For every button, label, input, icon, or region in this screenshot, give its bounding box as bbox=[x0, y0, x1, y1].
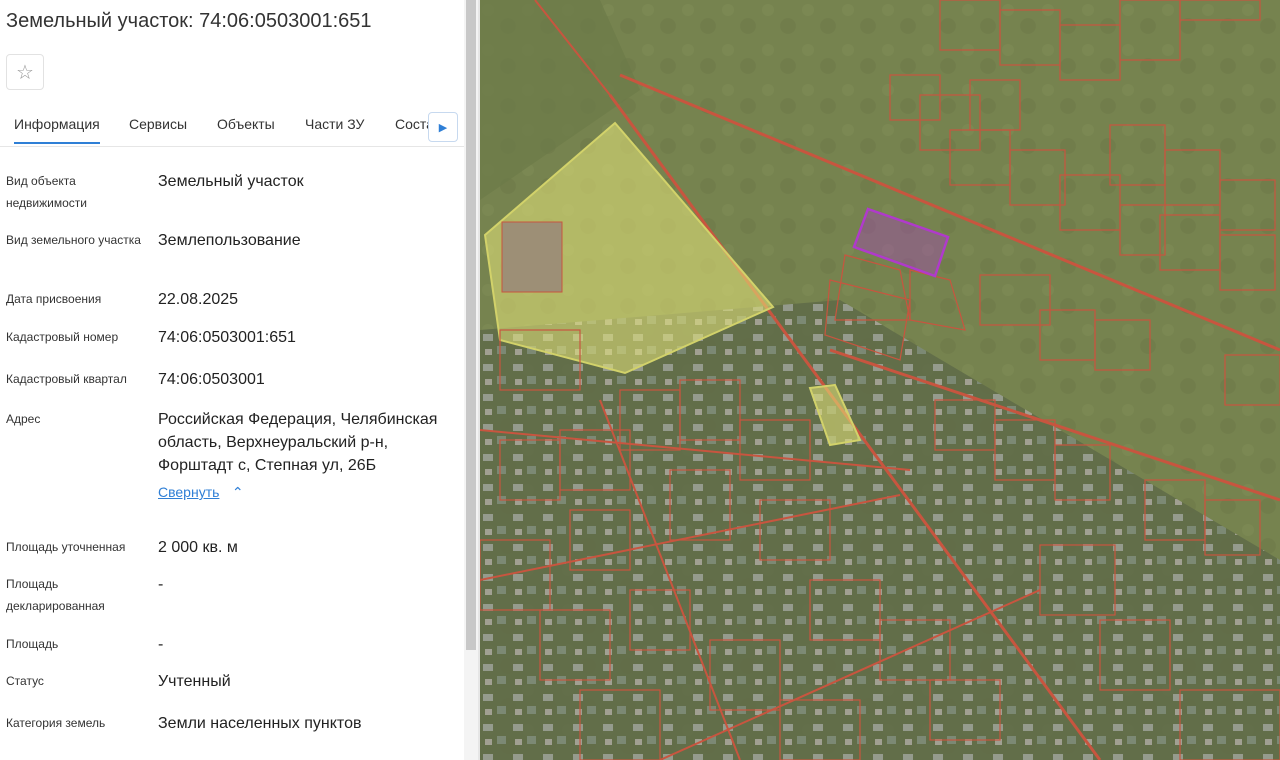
field-label: Адрес bbox=[6, 412, 41, 426]
field-label: Площадь bbox=[6, 637, 59, 651]
field-value: - bbox=[158, 636, 164, 653]
satellite-map[interactable] bbox=[480, 0, 1280, 760]
field-label: Кадастровый квартал bbox=[6, 372, 127, 386]
field-label: Статус bbox=[6, 674, 44, 688]
tab-objects[interactable]: Объекты bbox=[217, 116, 275, 132]
field-value: 22.08.2025 bbox=[158, 291, 239, 308]
field-label: Категория земель bbox=[6, 716, 106, 730]
field-value: Российская Федерация, Челябинская област… bbox=[158, 411, 438, 474]
field-value: - bbox=[158, 576, 164, 593]
address-value: Российская Федерация, Челябинская област… bbox=[158, 408, 443, 504]
field-label: Площадь декларированная bbox=[6, 577, 105, 613]
chevron-up-icon[interactable]: ⌃ bbox=[232, 484, 244, 500]
tabs-next-button[interactable]: ▶ bbox=[428, 112, 458, 142]
tab-services[interactable]: Сервисы bbox=[129, 116, 187, 132]
map-view[interactable] bbox=[480, 0, 1280, 760]
field-value: Землепользование bbox=[158, 232, 301, 249]
field-label: Вид земельного участка bbox=[6, 233, 141, 247]
field-value: 74:06:0503001:651 bbox=[158, 329, 296, 346]
collapse-link[interactable]: Свернуть bbox=[158, 484, 219, 500]
scrollbar-thumb[interactable] bbox=[466, 0, 476, 650]
favorite-button[interactable]: ☆ bbox=[6, 54, 44, 90]
building bbox=[501, 221, 563, 293]
page-title: Земельный участок: 74:06:0503001:651 bbox=[6, 10, 372, 32]
field-label: Площадь уточненная bbox=[6, 540, 126, 554]
info-panel: Земельный участок: 74:06:0503001:651 ☆ И… bbox=[0, 0, 464, 760]
field-value: 74:06:0503001 bbox=[158, 371, 265, 388]
field-label: Дата присвоения bbox=[6, 292, 102, 306]
field-label: Кадастровый номер bbox=[6, 330, 119, 344]
field-value: Земли населенных пунктов bbox=[158, 715, 362, 732]
tab-bar: Информация Сервисы Объекты Части ЗУ Сост… bbox=[0, 108, 464, 147]
field-value: 2 000 кв. м bbox=[158, 539, 238, 556]
field-value: Земельный участок bbox=[158, 173, 304, 190]
field-label: Вид объекта недвижимости bbox=[6, 174, 87, 210]
tab-information[interactable]: Информация bbox=[14, 116, 100, 144]
tab-parts[interactable]: Части ЗУ bbox=[305, 116, 364, 132]
field-value: Учтенный bbox=[158, 673, 231, 690]
star-icon: ☆ bbox=[16, 61, 34, 84]
panel-scrollbar[interactable] bbox=[464, 0, 478, 760]
caret-right-icon: ▶ bbox=[438, 121, 448, 134]
